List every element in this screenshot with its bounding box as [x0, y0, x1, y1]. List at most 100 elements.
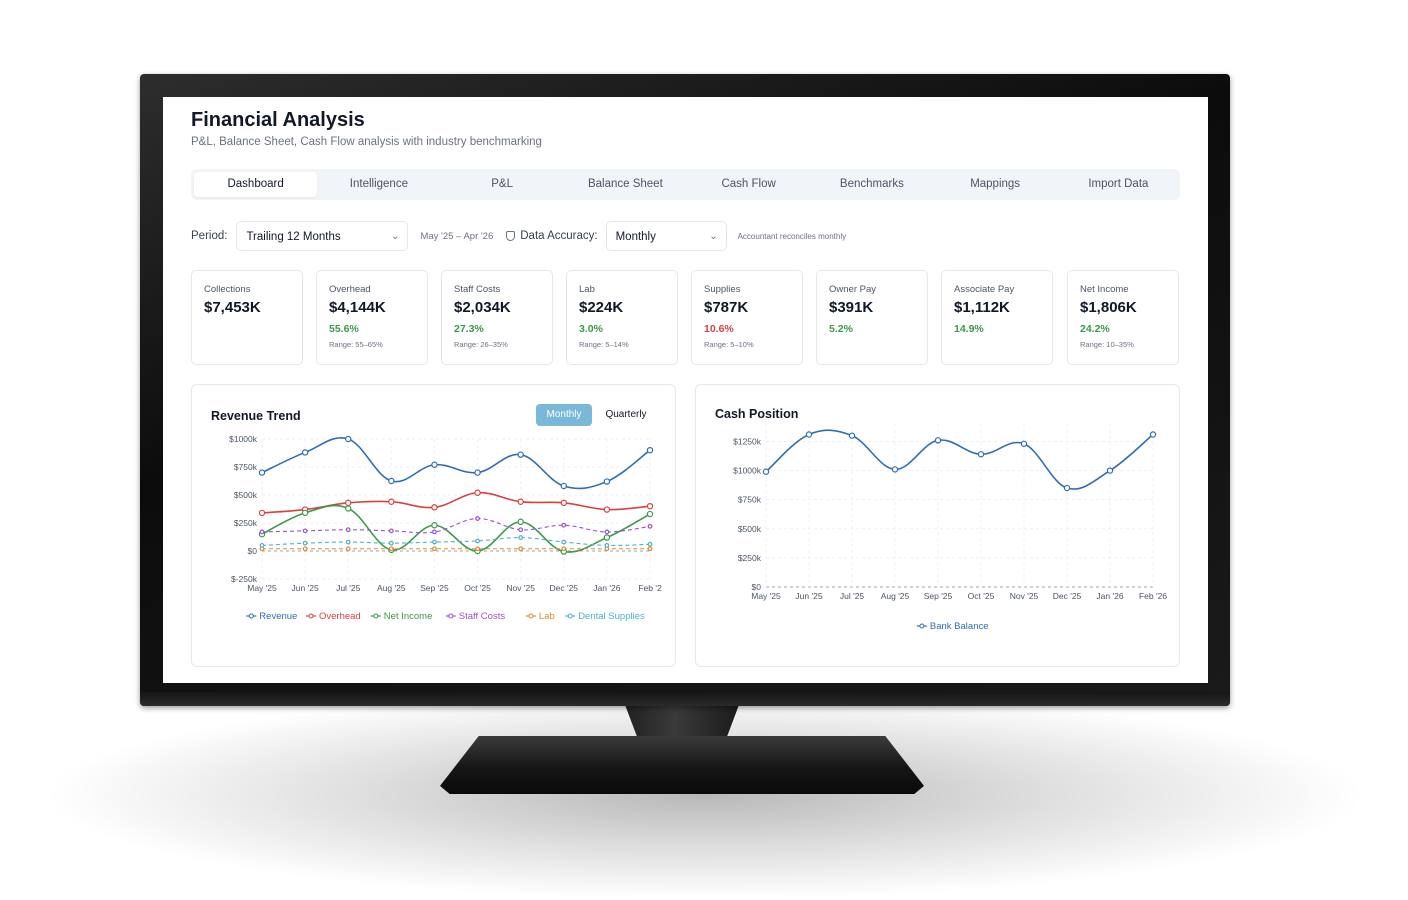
date-range: May '25 – Apr '26	[420, 230, 494, 242]
data-point	[388, 540, 394, 546]
kpi-card-associate-pay[interactable]: Associate Pay $1,112K 14.9%	[941, 270, 1053, 365]
kpi-card-owner-pay[interactable]: Owner Pay $391K 5.2%	[816, 270, 928, 365]
period-select-value: Trailing 12 Months	[246, 231, 341, 243]
kpi-percent: 55.6%	[329, 323, 359, 335]
shield-icon	[506, 231, 516, 241]
x-tick-label: May '25	[247, 583, 277, 593]
kpi-value: $2,034K	[454, 299, 511, 316]
tab-dashboard[interactable]: Dashboard	[194, 172, 318, 197]
legend-marker	[248, 613, 254, 619]
tab-balance-sheet[interactable]: Balance Sheet	[564, 172, 687, 197]
tab-intelligence[interactable]: Intelligence	[317, 172, 440, 197]
kpi-percent: 14.9%	[954, 323, 984, 335]
data-point	[475, 516, 480, 521]
kpi-value: $7,453K	[204, 299, 261, 316]
y-tick-label: $250k	[234, 518, 258, 528]
kpi-label: Collections	[204, 284, 251, 295]
kpi-range: Range: 5–14%	[579, 340, 629, 349]
tab-pnl[interactable]: P&L	[441, 172, 564, 197]
data-point	[647, 523, 653, 529]
series-line	[261, 517, 651, 534]
tab-import-data[interactable]: Import Data	[1057, 172, 1180, 197]
page-subtitle: P&L, Balance Sheet, Cash Flow analysis w…	[191, 136, 542, 148]
data-point	[345, 546, 351, 552]
x-tick-label: Nov '25	[1010, 591, 1039, 601]
data-point	[647, 541, 653, 547]
legend-label: Dental Supplies	[578, 611, 645, 622]
kpi-card-staff-costs[interactable]: Staff Costs $2,034K 27.3% Range: 26–35%	[441, 270, 553, 365]
data-point	[475, 546, 480, 552]
series-line	[765, 429, 1154, 490]
monitor-screen: Financial Analysis P&L, Balance Sheet, C…	[163, 97, 1208, 683]
data-point	[646, 502, 654, 510]
kpi-range: Range: 10–35%	[1080, 340, 1134, 349]
data-point	[301, 509, 309, 517]
x-tick-label: Feb '2	[638, 583, 662, 593]
financial-analysis-app: Financial Analysis P&L, Balance Sheet, C…	[191, 107, 1180, 667]
tab-benchmarks[interactable]: Benchmarks	[810, 172, 933, 197]
kpi-value: $1,112K	[954, 299, 1010, 316]
data-point	[258, 509, 266, 517]
data-point	[647, 546, 653, 552]
kpi-label: Supplies	[704, 284, 741, 295]
data-point	[475, 538, 480, 544]
monitor-stand-base	[440, 736, 924, 794]
y-tick-label: $1000k	[733, 466, 762, 476]
series-line	[261, 437, 651, 490]
data-point	[345, 539, 351, 545]
data-point	[646, 510, 654, 518]
data-point	[301, 449, 309, 456]
data-point	[517, 498, 524, 505]
x-tick-label: Dec '25	[1053, 591, 1082, 601]
data-accuracy-select[interactable]: Monthly ⌄	[605, 221, 727, 251]
data-point	[388, 546, 394, 552]
legend-marker	[373, 613, 379, 619]
data-point	[345, 435, 352, 443]
kpi-percent: 24.2%	[1080, 323, 1110, 335]
x-tick-label: Jan '26	[593, 583, 620, 593]
data-point	[1020, 440, 1028, 447]
kpi-label: Lab	[579, 284, 595, 295]
data-point	[603, 534, 611, 541]
kpi-card-supplies[interactable]: Supplies $787K 10.6% Range: 5–10%	[691, 270, 803, 365]
cash-position-panel: Cash Position $1250k $1000k $750k $500k $250…	[695, 384, 1180, 667]
kpi-label: Owner Pay	[829, 284, 876, 295]
kpi-cards: Collections $7,453K Overhead $4,144K 55.…	[191, 270, 1180, 365]
y-tick-label: $0	[248, 546, 258, 556]
legend-label: Net Income	[384, 611, 433, 622]
x-tick-label: Oct '25	[968, 591, 995, 601]
tab-mappings[interactable]: Mappings	[934, 172, 1057, 197]
kpi-card-collections[interactable]: Collections $7,453K	[191, 270, 303, 365]
kpi-card-net-income[interactable]: Net Income $1,806K 24.2% Range: 10–35%	[1067, 270, 1179, 365]
data-point	[474, 469, 481, 476]
data-point	[259, 529, 265, 535]
legend-marker	[448, 613, 454, 619]
data-point	[561, 539, 567, 545]
x-tick-label: Sep '25	[420, 583, 449, 593]
data-point	[561, 546, 567, 552]
data-point	[560, 499, 567, 507]
x-tick-label: Sep '25	[924, 591, 953, 601]
kpi-percent: 10.6%	[704, 323, 734, 335]
period-label: Period:	[191, 230, 228, 242]
data-point	[762, 468, 770, 475]
data-point	[603, 506, 611, 513]
tab-cash-flow[interactable]: Cash Flow	[687, 172, 810, 197]
kpi-value: $224K	[579, 299, 624, 316]
kpi-card-overhead[interactable]: Overhead $4,144K 55.6% Range: 55–65%	[316, 270, 428, 365]
chevron-down-icon: ⌄	[709, 231, 718, 242]
x-tick-label: Jan '26	[1096, 591, 1123, 601]
y-tick-label: $500k	[738, 524, 762, 534]
kpi-percent: 5.2%	[829, 323, 853, 335]
period-select[interactable]: Trailing 12 Months ⌄	[236, 221, 409, 251]
accuracy-note: Accountant reconciles monthly	[737, 231, 847, 241]
legend-label: Revenue	[259, 611, 297, 622]
data-point	[474, 489, 481, 496]
x-tick-label: Aug '25	[881, 591, 910, 601]
data-accuracy-label: Data Accuracy:	[520, 230, 598, 242]
data-point	[345, 505, 352, 512]
kpi-card-lab[interactable]: Lab $224K 3.0% Range: 5–14%	[566, 270, 678, 365]
x-tick-label: Dec '25	[549, 583, 578, 593]
x-tick-label: Nov '25	[506, 583, 535, 593]
data-point	[388, 477, 395, 485]
